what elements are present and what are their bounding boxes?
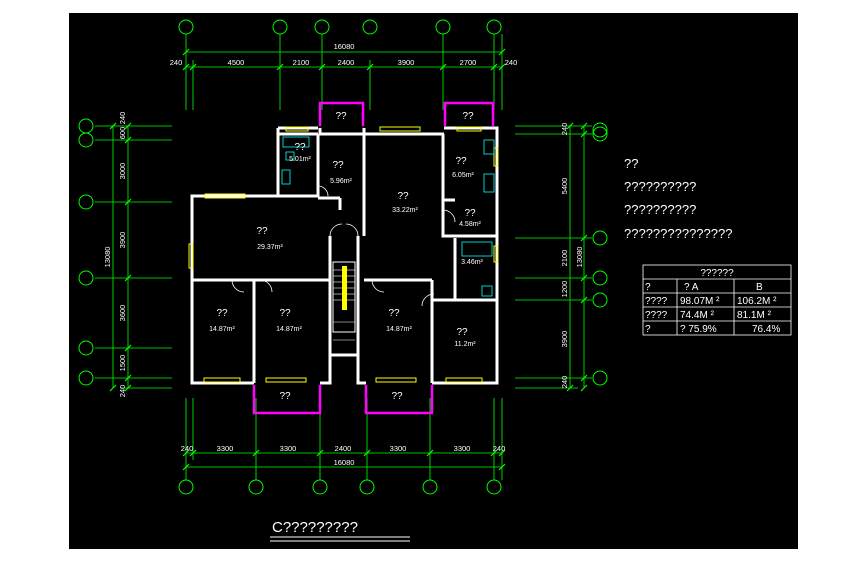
table-header: B (756, 282, 763, 293)
left-total-dim: 13080 (103, 247, 112, 268)
left-dim: 240 (118, 112, 127, 125)
room-name: ?? (397, 191, 409, 202)
table-cell: ? (645, 324, 651, 335)
room-area: 4.58m² (459, 221, 481, 228)
balcony-label: ?? (391, 391, 403, 402)
table-cell: 98.07M ² (680, 296, 720, 307)
room-area: 6.05m² (452, 172, 474, 179)
right-dim: 240 (560, 123, 569, 136)
top-dim: 4500 (228, 58, 245, 67)
table-cell: 81.1M ² (737, 310, 772, 321)
room-name: ?? (256, 226, 268, 237)
right-total-dim: 13080 (575, 247, 584, 268)
table-cell: 106.2M ² (737, 296, 777, 307)
top-dim: 2700 (460, 58, 477, 67)
balcony-label: ?? (462, 111, 474, 122)
table-cell: ? 75.9% (680, 324, 717, 335)
left-dim: 3000 (118, 163, 127, 180)
left-dim: 3600 (118, 305, 127, 322)
cad-viewport[interactable]: 16080 240 4500 2100 2400 3900 2700 240 2… (0, 0, 867, 562)
bottom-total-dim: 16080 (334, 458, 355, 467)
top-dim: 2400 (338, 58, 355, 67)
table-cell: ???? (645, 296, 668, 307)
table-cell: 76.4% (752, 324, 780, 335)
table-header: ? (645, 282, 651, 293)
top-total-dim: 16080 (334, 42, 355, 51)
room-area: 3.46m² (461, 259, 483, 266)
room-name: ?? (456, 327, 468, 338)
notes-line: ??????????????? (624, 226, 732, 241)
table-title: ?????? (700, 268, 734, 279)
bottom-dim: 240 (493, 444, 506, 453)
room-area: 14.87m² (209, 326, 235, 333)
room-area: 5.01m² (289, 156, 311, 163)
top-dim: 3900 (398, 58, 415, 67)
room-area: 11.2m² (454, 341, 476, 348)
left-dim: 3900 (118, 232, 127, 249)
caption-text: C????????? (272, 519, 358, 536)
left-dim: 600 (118, 127, 127, 140)
table-cell: 74.4M ² (680, 310, 715, 321)
right-dim: 3900 (560, 331, 569, 348)
room-name: ?? (294, 142, 306, 153)
notes-line: ?????????? (624, 202, 696, 217)
table-header: ? A (684, 282, 699, 293)
balcony-label: ?? (335, 111, 347, 122)
room-area: 14.87m² (276, 326, 302, 333)
table-cell: ???? (645, 310, 668, 321)
bottom-dim: 3300 (454, 444, 471, 453)
right-dim: 5400 (560, 178, 569, 195)
notes-line: ?????????? (624, 179, 696, 194)
bottom-dim: 3300 (280, 444, 297, 453)
room-name: ?? (388, 308, 400, 319)
right-dim: 1200 (560, 281, 569, 298)
room-name: ?? (332, 160, 344, 171)
notes-heading: ?? (624, 156, 638, 171)
room-name: ?? (455, 156, 467, 167)
left-dim: 240 (118, 385, 127, 398)
top-dim: 240 (505, 58, 518, 67)
top-dim: 2100 (293, 58, 310, 67)
right-dim: 240 (560, 376, 569, 389)
room-area: 33.22m² (392, 207, 418, 214)
right-dim: 2100 (560, 250, 569, 267)
top-dim: 240 (170, 58, 183, 67)
room-area: 5.96m² (330, 178, 352, 185)
room-area: 14.87m² (386, 326, 412, 333)
left-dim: 1500 (118, 355, 127, 372)
bottom-dim: 240 (181, 444, 194, 453)
room-area: 29.37m² (257, 244, 283, 251)
bottom-dim: 2400 (335, 444, 352, 453)
room-name: ?? (464, 208, 476, 219)
room-name: ?? (216, 308, 228, 319)
room-name: ?? (279, 308, 291, 319)
bottom-dim: 3300 (390, 444, 407, 453)
bottom-dim: 3300 (217, 444, 234, 453)
balcony-label: ?? (279, 391, 291, 402)
